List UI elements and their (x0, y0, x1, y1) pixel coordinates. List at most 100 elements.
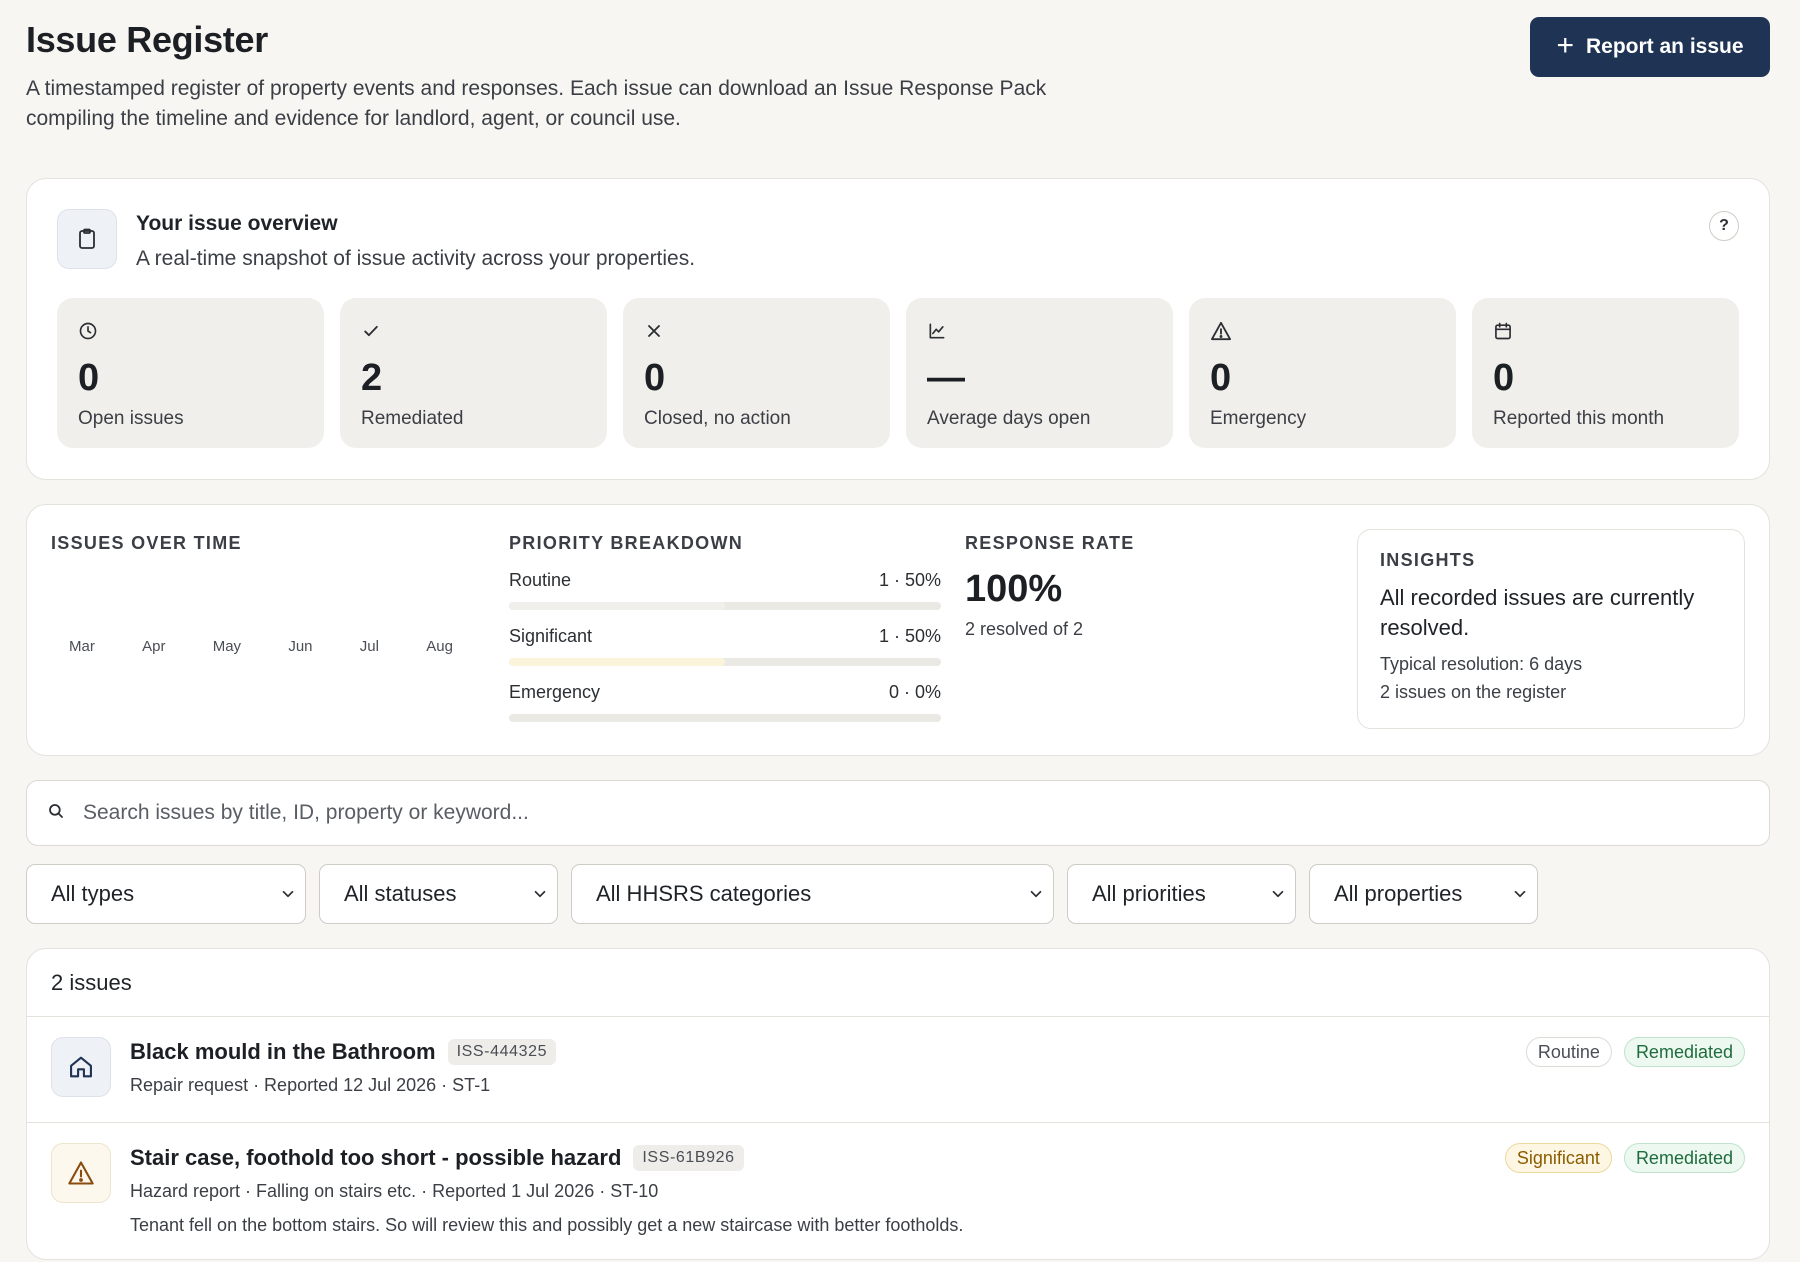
stat-label: Emergency (1210, 408, 1307, 429)
chevron-down-icon (534, 890, 546, 898)
priority-name: Emergency (509, 682, 601, 702)
stat-closed-no-action: 0 Closed, no action (623, 298, 890, 448)
issue-row[interactable]: Black mould in the Bathroom ISS-444325 R… (27, 1017, 1769, 1122)
filter-hhsrs-select[interactable]: All HHSRS categories (571, 864, 1054, 924)
clipboard-icon (57, 209, 117, 269)
issues-count: 2 issues (27, 949, 1769, 1017)
page-title: Issue Register (26, 19, 268, 60)
priority-bar-fill (509, 658, 725, 666)
issues-over-time-label: ISSUES OVER TIME (51, 533, 242, 553)
filter-label: All statuses (344, 881, 457, 906)
analytics-card: ISSUES OVER TIME Mar Apr May Jun Jul Aug… (26, 504, 1770, 756)
insights-label: INSIGHTS (1380, 550, 1476, 570)
priority-row-emergency: Emergency 0 · 0% (509, 682, 941, 722)
priority-bar (509, 602, 941, 610)
priority-bar (509, 714, 941, 722)
issue-row[interactable]: Stair case, foothold too short - possibl… (27, 1122, 1769, 1259)
issue-overview-card: Your issue overview A real-time snapshot… (26, 178, 1770, 480)
stat-reported-this-month: 0 Reported this month (1472, 298, 1739, 448)
line-chart-icon (927, 320, 1152, 342)
issue-meta: Repair request · Reported 12 Jul 2026 · … (130, 1075, 491, 1095)
issue-meta: Hazard report · Falling on stairs etc. ·… (130, 1181, 659, 1201)
stat-open-issues: 0 Open issues (57, 298, 324, 448)
priority-row-routine: Routine 1 · 50% (509, 570, 941, 610)
stat-value: 0 (1493, 357, 1515, 399)
priority-name: Routine (509, 570, 572, 590)
filter-bar: All types All statuses All HHSRS categor… (26, 864, 1770, 924)
priority-value: 1 · 50% (878, 626, 941, 646)
filter-label: All types (51, 881, 135, 906)
issue-id-badge: ISS-444325 (447, 1039, 557, 1065)
search-icon (47, 802, 65, 825)
stat-value: — (927, 357, 965, 399)
priority-name: Significant (509, 626, 593, 646)
insights-resolution: Typical resolution: 6 days (1380, 654, 1583, 674)
overview-subtitle: A real-time snapshot of issue activity a… (136, 247, 696, 270)
issue-register-page: Issue Register A timestamped register of… (26, 16, 1770, 1260)
priority-badge: Significant (1504, 1143, 1612, 1173)
filter-types-select[interactable]: All types (26, 864, 306, 924)
report-issue-label: Report an issue (1585, 35, 1744, 58)
priority-bar-fill (509, 602, 725, 610)
chevron-down-icon (1514, 890, 1526, 898)
month-axis: Mar Apr May Jun Jul Aug (51, 638, 471, 655)
stat-value: 0 (1210, 357, 1232, 399)
help-icon[interactable]: ? (1709, 211, 1739, 241)
issue-note: Tenant fell on the bottom stairs. So wil… (130, 1215, 964, 1235)
search-bar (26, 780, 1770, 846)
page-header: Issue Register A timestamped register of… (26, 16, 1770, 162)
filter-label: All priorities (1092, 881, 1206, 906)
response-rate-sub: 2 resolved of 2 (965, 619, 1084, 639)
filter-properties-select[interactable]: All properties (1309, 864, 1538, 924)
chevron-down-icon (1272, 890, 1284, 898)
month-label: Jun (288, 638, 313, 655)
issue-title[interactable]: Black mould in the Bathroom (130, 1039, 436, 1065)
priority-badge: Routine (1525, 1037, 1612, 1067)
stat-label: Average days open (927, 408, 1091, 429)
response-rate-value: 100% (965, 568, 1063, 610)
stat-average-days-open: — Average days open (906, 298, 1173, 448)
overview-title: Your issue overview (136, 212, 338, 235)
clock-icon (78, 320, 303, 342)
stat-emergency: 0 Emergency (1189, 298, 1456, 448)
filter-label: All HHSRS categories (596, 881, 812, 906)
stat-value: 0 (78, 357, 100, 399)
stat-label: Reported this month (1493, 408, 1665, 429)
filter-label: All properties (1334, 881, 1463, 906)
month-label: Apr (142, 638, 166, 655)
issue-title[interactable]: Stair case, foothold too short - possibl… (130, 1145, 621, 1171)
insights-count: 2 issues on the register (1380, 682, 1567, 702)
page-description: A timestamped register of property event… (26, 77, 1047, 130)
plus-icon: + (1556, 28, 1574, 62)
search-input[interactable] (83, 801, 1769, 825)
response-rate-label: RESPONSE RATE (965, 533, 1135, 553)
status-badge: Remediated (1623, 1143, 1745, 1173)
stat-remediated: 2 Remediated (340, 298, 607, 448)
calendar-icon (1493, 320, 1718, 342)
month-label: May (212, 638, 242, 655)
priority-bar (509, 658, 941, 666)
stat-value: 2 (361, 357, 383, 399)
report-issue-button[interactable]: + Report an issue (1530, 17, 1770, 77)
insights-panel: INSIGHTS All recorded issues are current… (1357, 529, 1745, 729)
check-icon (361, 320, 586, 342)
issue-badges: Routine Remediated (1525, 1037, 1745, 1067)
x-icon (644, 320, 869, 342)
warning-icon (1210, 320, 1435, 342)
warning-icon (51, 1143, 111, 1203)
response-rate: RESPONSE RATE 100% 2 resolved of 2 (965, 533, 1135, 640)
issue-id-badge: ISS-61B926 (633, 1145, 744, 1171)
stat-label: Closed, no action (644, 408, 791, 429)
stat-label: Remediated (361, 408, 464, 429)
priority-breakdown-label: PRIORITY BREAKDOWN (509, 533, 744, 553)
priority-value: 0 · 0% (888, 682, 941, 702)
month-label: Mar (69, 638, 95, 655)
month-label: Jul (359, 638, 379, 655)
status-badge: Remediated (1623, 1037, 1745, 1067)
chevron-down-icon (282, 890, 294, 898)
chevron-down-icon (1030, 890, 1042, 898)
issue-badges: Significant Remediated (1504, 1143, 1745, 1173)
home-icon (51, 1037, 111, 1097)
filter-priorities-select[interactable]: All priorities (1067, 864, 1296, 924)
filter-statuses-select[interactable]: All statuses (319, 864, 558, 924)
